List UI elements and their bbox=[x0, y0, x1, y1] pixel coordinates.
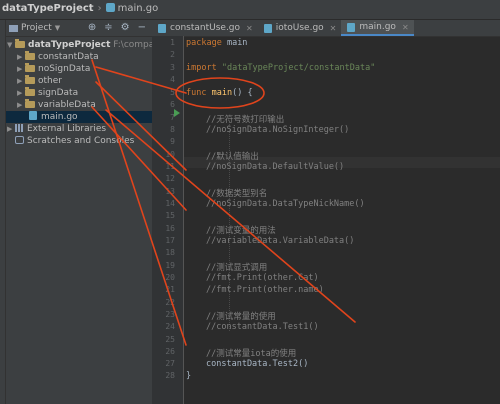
tab-main[interactable]: main.go ✕ bbox=[341, 20, 414, 36]
tree-item-external-libraries[interactable]: ▶ External Libraries bbox=[7, 123, 106, 135]
tree-item-signData[interactable]: ▶ signData bbox=[17, 87, 78, 99]
close-icon[interactable]: ✕ bbox=[330, 24, 337, 33]
code-line-1: package main bbox=[186, 38, 248, 48]
project-panel: Project ▼ ⊕ ≑ ⚙ − ▼ dataTypeProject F:\co… bbox=[6, 20, 152, 404]
project-folder-icon bbox=[9, 24, 18, 32]
gear-icon[interactable]: ⚙ bbox=[121, 22, 130, 33]
line-number: 20 bbox=[165, 273, 175, 282]
line-number: 3 bbox=[170, 63, 175, 72]
folder-icon bbox=[25, 63, 35, 72]
code-line-19: //fmt.Print(other.Cat) bbox=[206, 273, 319, 283]
close-icon[interactable]: ✕ bbox=[246, 24, 253, 33]
code-area[interactable]: package main import "dataTypeProject/con… bbox=[186, 36, 500, 404]
folder-icon bbox=[25, 75, 35, 84]
tab-constantUse[interactable]: constantUse.go ✕ bbox=[152, 20, 258, 36]
chevron-down-icon[interactable]: ▼ bbox=[55, 24, 60, 32]
code-line-25: //测试常量iota的使用 bbox=[206, 349, 297, 359]
chevron-right-icon[interactable]: ▶ bbox=[7, 123, 15, 135]
line-number: 15 bbox=[165, 211, 175, 220]
folder-icon bbox=[15, 39, 25, 48]
scratches-icon bbox=[15, 136, 24, 144]
locate-icon[interactable]: ⊕ bbox=[88, 22, 96, 33]
line-number-gutter[interactable]: 1 2 3 4 5 6 7 8 9 10 11 12 13 14 15 16 17 18 19 20 21 22 23 24 2… bbox=[152, 36, 184, 404]
code-line-26: constantData.Test2() bbox=[206, 359, 309, 369]
tree-item-constantData[interactable]: ▶ constantData bbox=[17, 51, 99, 63]
code-line-20: //fmt.Print(other.name) bbox=[206, 285, 324, 295]
project-view-selector[interactable]: Project bbox=[21, 23, 52, 33]
breadcrumb: dataTypeProject › main.go bbox=[2, 3, 158, 14]
line-number: 16 bbox=[165, 224, 175, 233]
line-number: 1 bbox=[170, 38, 175, 47]
chevron-down-icon[interactable]: ▼ bbox=[7, 39, 15, 51]
code-line-6: //无符号数打印输出 bbox=[206, 115, 285, 125]
tree-item-noSignData[interactable]: ▶ noSignData bbox=[17, 63, 90, 75]
go-file-icon bbox=[158, 23, 166, 33]
line-number: 24 bbox=[165, 322, 175, 331]
breadcrumb-project[interactable]: dataTypeProject bbox=[2, 3, 94, 14]
run-icon[interactable] bbox=[174, 109, 180, 117]
tree-item-other[interactable]: ▶ other bbox=[17, 75, 62, 87]
navigation-bar: dataTypeProject › main.go bbox=[0, 0, 500, 20]
close-icon[interactable]: ✕ bbox=[402, 23, 409, 32]
tree-item-variableData[interactable]: ▶ variableData bbox=[17, 99, 96, 111]
chevron-right-icon[interactable]: ▶ bbox=[17, 99, 25, 111]
line-number: 21 bbox=[165, 285, 175, 294]
code-line-3: import "dataTypeProject/constantData" bbox=[186, 63, 376, 73]
chevron-right-icon[interactable]: ▶ bbox=[17, 75, 25, 87]
line-number: 26 bbox=[165, 347, 175, 356]
go-file-icon bbox=[29, 111, 37, 120]
line-number: 23 bbox=[165, 310, 175, 319]
library-icon bbox=[15, 124, 24, 132]
line-number: 2 bbox=[170, 50, 175, 59]
line-number: 19 bbox=[165, 261, 175, 270]
code-line-7: //noSignData.NoSignInteger() bbox=[206, 125, 350, 135]
tab-iotoUse[interactable]: iotoUse.go ✕ bbox=[258, 20, 342, 36]
line-number: 18 bbox=[165, 248, 175, 257]
editor: constantUse.go ✕ iotoUse.go ✕ main.go ✕ 123… bbox=[152, 20, 500, 404]
code-line-13: //noSignData.DataTypeNickName() bbox=[206, 199, 365, 209]
folder-icon bbox=[25, 51, 35, 60]
go-file-icon bbox=[263, 23, 272, 33]
line-number: 8 bbox=[170, 125, 175, 134]
line-number: 10 bbox=[165, 150, 175, 159]
code-line-9: //默认值输出 bbox=[206, 152, 259, 162]
line-number: 5 bbox=[170, 88, 175, 97]
project-panel-header: Project ▼ ⊕ ≑ ⚙ − bbox=[6, 20, 152, 37]
code-line-10: //noSignData.DefaultValue() bbox=[206, 162, 345, 172]
line-number: 27 bbox=[165, 359, 175, 368]
tree-item-scratches[interactable]: Scratches and Consoles bbox=[15, 135, 134, 147]
tree-item-project-root[interactable]: ▼dataTypeProject F:\companyProjec bbox=[7, 39, 152, 51]
code-line-23: //constantData.Test1() bbox=[206, 322, 319, 332]
line-number: 12 bbox=[165, 174, 175, 183]
line-number: 13 bbox=[165, 187, 175, 196]
chevron-right-icon[interactable]: ▶ bbox=[17, 51, 25, 63]
hide-icon[interactable]: − bbox=[138, 22, 146, 33]
folder-icon bbox=[25, 99, 35, 108]
line-number: 6 bbox=[170, 100, 175, 109]
breadcrumb-separator: › bbox=[97, 3, 102, 14]
tree-item-main-go[interactable]: main.go bbox=[6, 111, 152, 123]
code-line-22: //测试常量的使用 bbox=[206, 312, 276, 322]
line-number: 14 bbox=[165, 199, 175, 208]
code-line-16: //variableData.VariableData() bbox=[206, 236, 355, 246]
chevron-right-icon[interactable]: ▶ bbox=[17, 63, 25, 75]
line-number: 28 bbox=[165, 371, 175, 380]
collapse-icon[interactable]: ≑ bbox=[104, 22, 112, 33]
line-number: 17 bbox=[165, 236, 175, 245]
line-number: 9 bbox=[170, 137, 175, 146]
breadcrumb-file[interactable]: main.go bbox=[106, 3, 159, 14]
chevron-right-icon[interactable]: ▶ bbox=[17, 87, 25, 99]
code-line-15: //测试变量的用法 bbox=[206, 226, 276, 236]
go-file-icon bbox=[347, 22, 356, 32]
code-line-12: //数据类型别名 bbox=[206, 189, 268, 199]
line-number: 22 bbox=[165, 298, 175, 307]
code-line-18: //测试显式调用 bbox=[206, 263, 268, 273]
editor-tabs: constantUse.go ✕ iotoUse.go ✕ main.go ✕ bbox=[152, 20, 500, 37]
code-line-27: } bbox=[186, 371, 192, 381]
folder-icon bbox=[25, 87, 35, 96]
line-number: 4 bbox=[170, 75, 175, 84]
code-line-5: func main() { bbox=[186, 88, 253, 98]
line-number: 25 bbox=[165, 335, 175, 344]
line-number: 11 bbox=[165, 162, 175, 171]
